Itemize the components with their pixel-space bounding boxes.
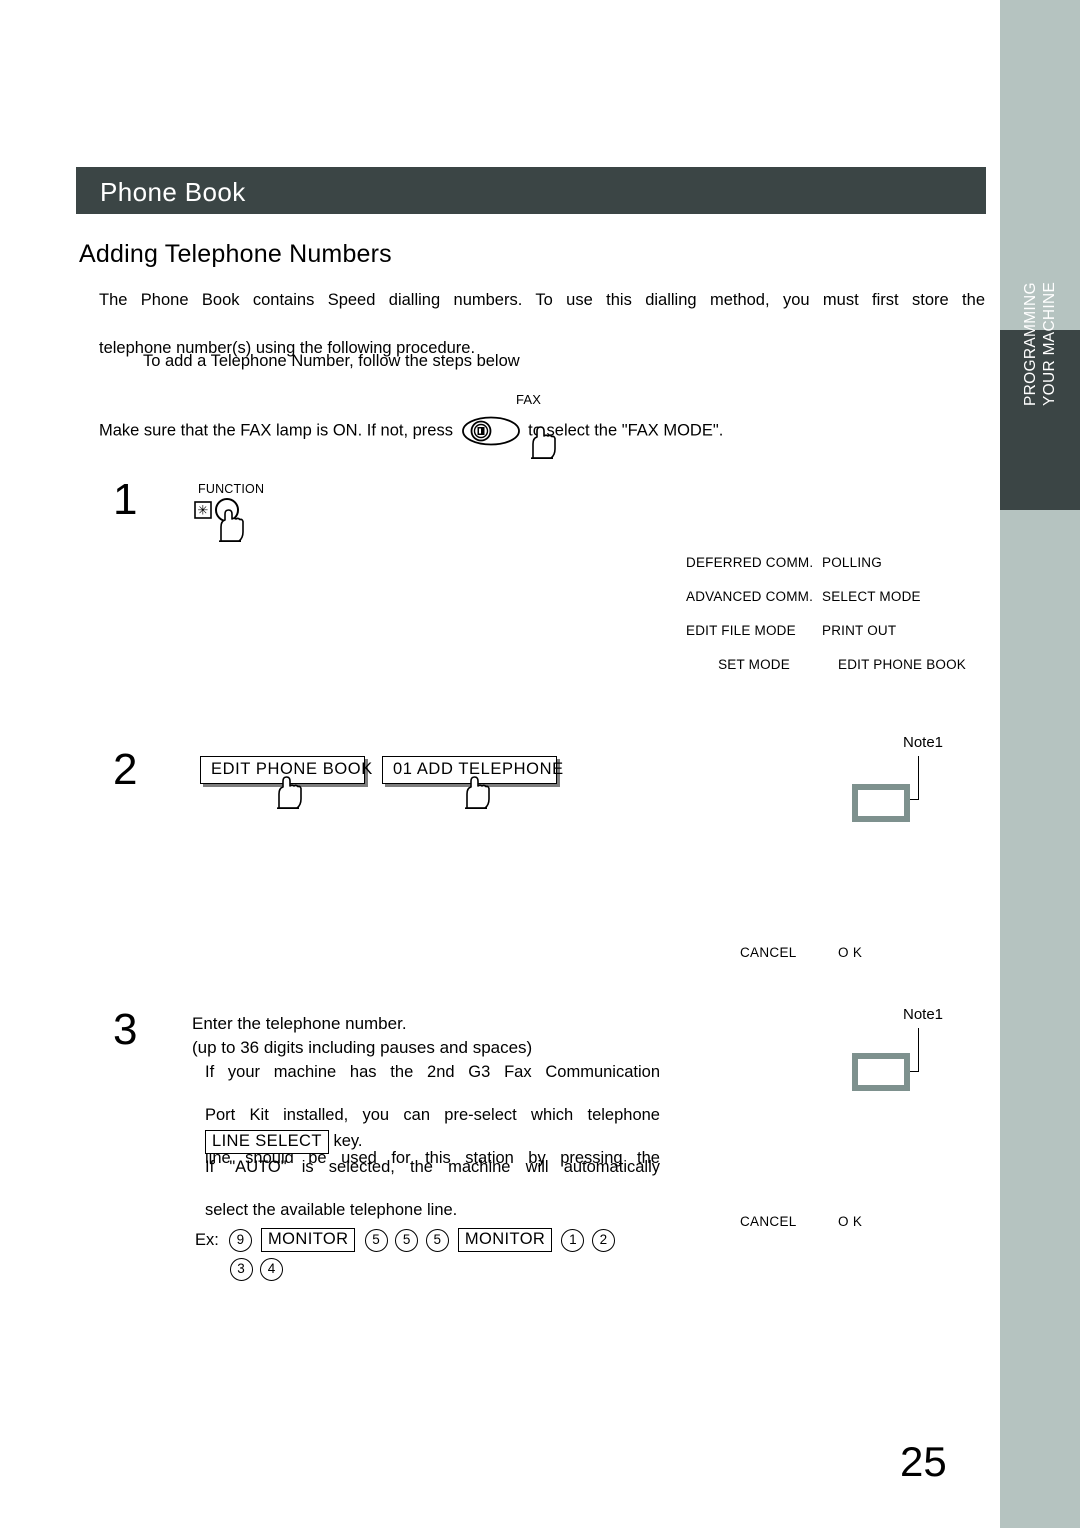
section-title: Adding Telephone Numbers bbox=[79, 240, 392, 268]
note-label-1: Note1 bbox=[903, 734, 944, 751]
menu-row: ADVANCED COMM. SELECT MODE bbox=[686, 589, 986, 604]
step3-example-row-2: 3 4 bbox=[228, 1258, 284, 1281]
step-number-1: 1 bbox=[113, 475, 138, 524]
lcd-display-2 bbox=[852, 1053, 910, 1091]
softkey-cancel-2[interactable]: CANCEL bbox=[740, 1214, 797, 1229]
fax-key-icon bbox=[461, 416, 520, 446]
menu-item-advanced-comm: ADVANCED COMM. bbox=[686, 589, 814, 604]
softkey-ok-2[interactable]: O K bbox=[838, 1214, 862, 1229]
pointing-hand-icon-function bbox=[212, 508, 248, 543]
menu-item-polling: POLLING bbox=[822, 555, 882, 570]
menu-item-select-mode: SELECT MODE bbox=[822, 589, 921, 604]
step3-line-1: Enter the telephone number. bbox=[192, 1014, 407, 1033]
menu-row: DEFERRED COMM. POLLING bbox=[686, 555, 986, 570]
step-number-2: 2 bbox=[113, 745, 138, 794]
example-key-5a[interactable]: 5 bbox=[364, 1228, 388, 1252]
pointing-hand-icon-fax bbox=[524, 425, 560, 460]
pointing-hand-icon-step2b bbox=[458, 775, 494, 810]
example-key-3[interactable]: 3 bbox=[229, 1258, 253, 1281]
menu-item-edit-phone-book: EDIT PHONE BOOK bbox=[837, 657, 967, 672]
softkey-row-1: CANCEL O K bbox=[740, 945, 900, 963]
intro-line-1: The Phone Book contains Speed dialling n… bbox=[99, 291, 985, 309]
menu-item-print-out: PRINT OUT bbox=[822, 623, 897, 638]
step3-line-select-row: LINE SELECT key. bbox=[205, 1130, 363, 1154]
page-number: 25 bbox=[900, 1438, 947, 1485]
step3-body-paragraph-2: If "AUTO" is selected, the machine will … bbox=[205, 1157, 660, 1222]
fax-instruction-prefix: Make sure that the FAX lamp is ON. If no… bbox=[99, 421, 453, 440]
lcd-display-1 bbox=[852, 784, 910, 822]
example-key-1[interactable]: 1 bbox=[561, 1228, 585, 1252]
example-key-monitor-2[interactable]: MONITOR bbox=[457, 1228, 553, 1252]
step3-body-line-4: If "AUTO" is selected, the machine will … bbox=[205, 1158, 660, 1176]
menu-row: EDIT FILE MODE PRINT OUT bbox=[686, 623, 986, 638]
step3-body-line-1: If your machine has the 2nd G3 Fax Commu… bbox=[205, 1063, 660, 1081]
softkey-cancel-1[interactable]: CANCEL bbox=[740, 945, 797, 960]
softkey-ok-1[interactable]: O K bbox=[838, 945, 862, 960]
chapter-title: Phone Book bbox=[100, 177, 246, 207]
lcd-menu-map: DEFERRED COMM. POLLING ADVANCED COMM. SE… bbox=[686, 555, 986, 691]
example-key-5c[interactable]: 5 bbox=[425, 1228, 449, 1252]
menu-item-deferred-comm: DEFERRED COMM. bbox=[686, 555, 814, 570]
example-key-monitor-1[interactable]: MONITOR bbox=[261, 1228, 356, 1252]
note-label-2: Note1 bbox=[903, 1006, 944, 1023]
menu-item-edit-file-mode: EDIT FILE MODE bbox=[686, 623, 796, 638]
example-key-9[interactable]: 9 bbox=[228, 1228, 252, 1252]
example-label: Ex: bbox=[195, 1230, 219, 1249]
fax-key-caption: FAX bbox=[516, 392, 542, 407]
menu-item-set-mode: SET MODE bbox=[718, 657, 790, 672]
example-key-5b[interactable]: 5 bbox=[395, 1228, 419, 1252]
chapter-thumb-tab-label: PROGRAMMING YOUR MACHINE bbox=[1022, 281, 1058, 406]
step3-line-2: (up to 36 digits including pauses and sp… bbox=[192, 1038, 533, 1057]
step3-line-select-tail: key. bbox=[333, 1132, 363, 1150]
step3-body-line-5: select the available telephone line. bbox=[205, 1201, 458, 1219]
example-key-2[interactable]: 2 bbox=[591, 1228, 615, 1252]
menu-row: SET MODE EDIT PHONE BOOK bbox=[686, 657, 986, 672]
key-line-select[interactable]: LINE SELECT bbox=[205, 1130, 329, 1154]
fax-mode-instruction: Make sure that the FAX lamp is ON. If no… bbox=[99, 416, 723, 446]
step-number-3: 3 bbox=[113, 1005, 138, 1054]
svg-text:✳: ✳ bbox=[198, 504, 209, 519]
intro-subline: To add a Telephone Number, follow the st… bbox=[143, 352, 520, 370]
document-page: PROGRAMMING YOUR MACHINE Phone Book Addi… bbox=[0, 0, 1080, 1528]
intro-paragraph: The Phone Book contains Speed dialling n… bbox=[99, 288, 985, 360]
example-key-4[interactable]: 4 bbox=[259, 1258, 283, 1281]
function-key-caption: FUNCTION bbox=[198, 482, 265, 496]
step3-example-row-1: Ex: 9 MONITOR 5 5 5 MONITOR 1 2 bbox=[195, 1228, 616, 1252]
pointing-hand-icon-step2a bbox=[270, 775, 306, 810]
softkey-row-2: CANCEL O K bbox=[740, 1214, 900, 1232]
